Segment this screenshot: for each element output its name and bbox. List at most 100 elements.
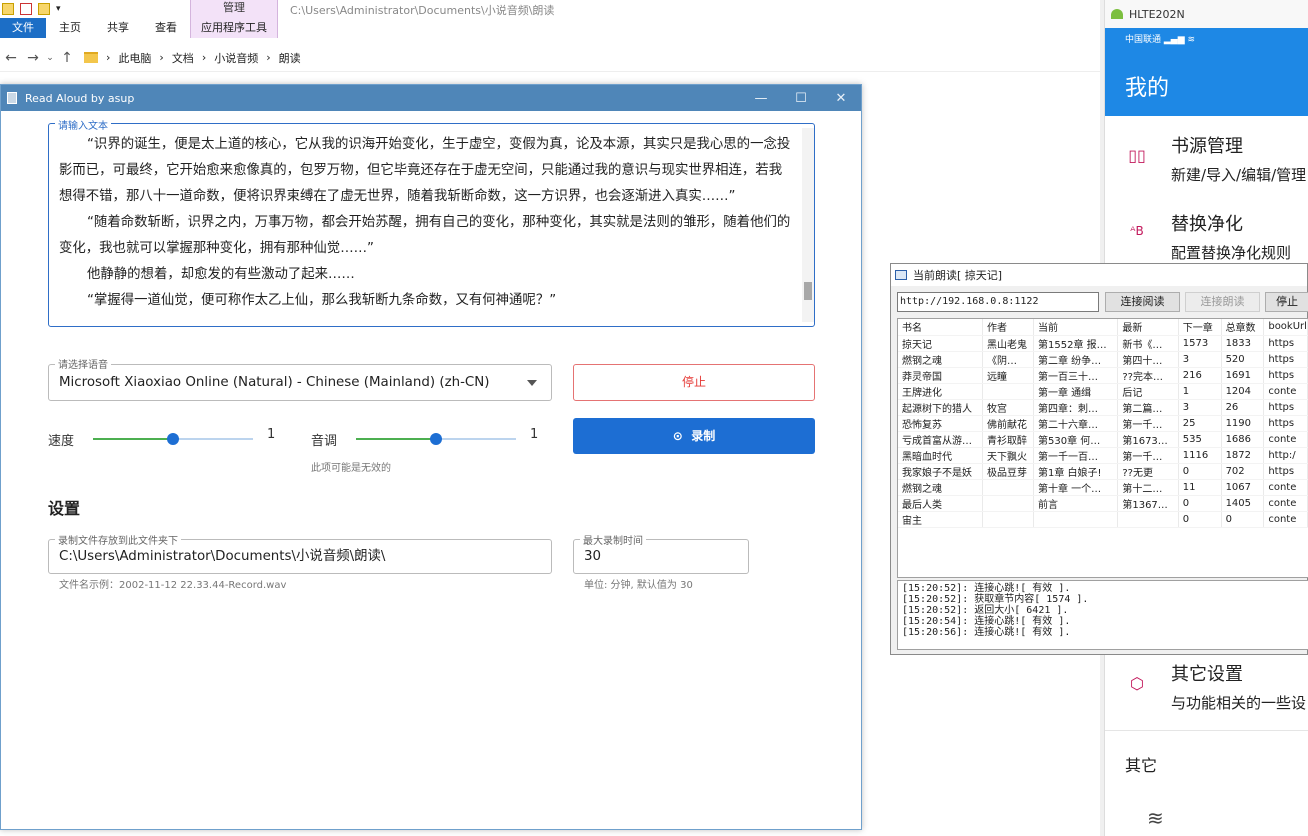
menu-item-book-source[interactable]: ▯▯ 书源管理 新建/导入/编辑/管理: [1105, 122, 1308, 198]
record-button[interactable]: ⊙ 录制: [573, 418, 815, 454]
table-cell: 新书《…: [1117, 335, 1179, 352]
table-cell: 1686: [1221, 431, 1265, 448]
table-cell: 第一百三十…: [1033, 367, 1119, 384]
log-line: [15:20:52]: 连接心跳![ 有效 ].: [902, 583, 1071, 594]
column-header[interactable]: 书名: [898, 319, 983, 336]
chevron-down-icon[interactable]: ▾: [56, 4, 61, 14]
breadcrumb-read[interactable]: 朗读: [279, 50, 301, 66]
breadcrumb[interactable]: › 此电脑 › 文档 › 小说音频 › 朗读: [84, 50, 301, 66]
table-cell: 最后人类: [898, 495, 983, 512]
speed-slider-knob[interactable]: [167, 433, 179, 445]
voice-select[interactable]: Microsoft Xiaoxiao Online (Natural) - Ch…: [48, 364, 552, 401]
breadcrumb-novel-audio[interactable]: 小说音频: [214, 50, 258, 66]
close-icon[interactable]: ✕: [821, 91, 861, 106]
tab-home[interactable]: 主页: [46, 18, 94, 38]
table-cell: 极品豆芽: [982, 463, 1035, 480]
pitch-slider[interactable]: [356, 433, 516, 445]
table-row[interactable]: 王牌进化 第一章 通缉 后记 1 1204 conte: [898, 383, 1308, 400]
title-bar[interactable]: 当前朗读[ 掠天记]: [891, 264, 1307, 286]
table-cell: 第530章 何…: [1033, 431, 1119, 448]
table-cell: 黑山老鬼: [982, 335, 1035, 352]
table-cell: conte: [1263, 383, 1308, 400]
tab-app-tools[interactable]: 应用程序工具: [191, 18, 277, 38]
table-row[interactable]: 掠天记 黑山老鬼 第1552章 报… 新书《… 1573 1833 https: [898, 335, 1308, 352]
carrier: 中国联通: [1125, 35, 1162, 45]
table-cell: 起源树下的猎人: [898, 399, 983, 416]
app-header: 中国联通 ▂▄▆ ≋ 我的: [1105, 28, 1308, 116]
breadcrumb-this-pc[interactable]: 此电脑: [118, 50, 151, 66]
connect-button[interactable]: 连接阅读: [1105, 292, 1180, 312]
voice-select-label: 请选择语音: [55, 356, 111, 371]
column-header[interactable]: 总章数: [1221, 319, 1265, 336]
recent-dropdown-icon[interactable]: ⌄: [44, 53, 56, 63]
properties-icon[interactable]: [20, 3, 32, 15]
table-row[interactable]: 黑暗血时代 天下飘火 第一千一百… 第一千… 1116 1872 http:/: [898, 447, 1308, 464]
android-icon: [1111, 9, 1123, 19]
pitch-slider-knob[interactable]: [430, 433, 442, 445]
up-icon[interactable]: ↑: [56, 50, 78, 66]
log-line: [15:20:56]: 连接心跳![ 有效 ].: [902, 627, 1071, 638]
ribbon-tabs: 文件 主页 共享 查看: [0, 18, 190, 38]
table-row[interactable]: 起源树下的猎人 牧宫 第四章：刺… 第二篇… 3 26 https: [898, 399, 1308, 416]
minimize-icon[interactable]: —: [741, 91, 781, 106]
table-cell: 第十章 一个…: [1033, 479, 1119, 496]
maximize-icon[interactable]: ☐: [781, 91, 821, 106]
column-header[interactable]: 下一章: [1178, 319, 1222, 336]
paragraph: 他静静的想着，却愈发的有些激动了起来……: [87, 267, 355, 282]
server-url-input[interactable]: http://192.168.0.8:1122: [897, 292, 1099, 312]
column-header[interactable]: 作者: [982, 319, 1035, 336]
dropdown-arrow-icon[interactable]: [527, 380, 537, 386]
table-cell: https: [1263, 351, 1308, 368]
column-header[interactable]: 最新: [1117, 319, 1179, 336]
quick-access-toolbar: ▾: [0, 0, 90, 18]
table-cell: [1033, 511, 1119, 528]
connect-read-button[interactable]: 连接朗读: [1185, 292, 1260, 312]
table-row[interactable]: 燃钢之魂 《阴… 第二章 纷争… 第四十… 3 520 https: [898, 351, 1308, 368]
record-icon: ⊙: [672, 429, 683, 443]
scrollbar-thumb[interactable]: [804, 282, 812, 300]
voice-value: Microsoft Xiaoxiao Online (Natural) - Ch…: [59, 375, 490, 390]
new-folder-icon[interactable]: [38, 3, 50, 15]
speed-label: 速度: [48, 434, 75, 449]
table-cell: 第十二…: [1117, 479, 1179, 496]
stack-icon[interactable]: ≋: [1147, 806, 1164, 830]
context-group-label: 管理: [223, 1, 245, 14]
tab-view[interactable]: 查看: [142, 18, 190, 38]
table-cell: http:/: [1263, 447, 1308, 464]
table-header: 书名 作者 当前 最新 下一章 总章数 bookUrl: [898, 319, 1308, 336]
table-cell: 1204: [1221, 383, 1265, 400]
text-content[interactable]: “识界的诞生，便是太上道的核心，它从我的识海开始变化，生于虚空，变假为真，论及本…: [59, 132, 794, 324]
folder-icon[interactable]: [2, 3, 14, 15]
menu-item-other-settings[interactable]: ⬡ 其它设置 与功能相关的一些设: [1105, 650, 1308, 726]
table-cell: 第1章 白娘子!: [1033, 463, 1119, 480]
back-icon[interactable]: ←: [0, 50, 22, 66]
column-header[interactable]: 当前: [1033, 319, 1119, 336]
table-cell: conte: [1263, 431, 1308, 448]
breadcrumb-documents[interactable]: 文档: [172, 50, 194, 66]
table-row[interactable]: 宙主 0 0 conte: [898, 511, 1308, 528]
forward-icon[interactable]: →: [22, 50, 44, 66]
column-header[interactable]: bookUrl: [1263, 319, 1308, 336]
stop-button[interactable]: 停止: [1265, 292, 1308, 312]
tab-share[interactable]: 共享: [94, 18, 142, 38]
table-row[interactable]: 亏成首富从游… 青衫取醉 第530章 何… 第1673… 535 1686 conte: [898, 431, 1308, 448]
tab-file[interactable]: 文件: [0, 18, 46, 38]
folder-path-label: 录制文件存放到此文件夹下: [55, 532, 181, 547]
speed-value: 1: [267, 427, 276, 442]
book-table[interactable]: 书名 作者 当前 最新 下一章 总章数 bookUrl 掠天记 黑山老鬼 第1552章 报… 新书…: [897, 318, 1308, 578]
scrollbar[interactable]: [802, 128, 814, 322]
speed-slider[interactable]: [93, 433, 253, 445]
max-record-time-label: 最大录制时间: [580, 532, 646, 547]
table-row[interactable]: 恐怖复苏 佛前献花 第二十六章… 第一千… 25 1190 https: [898, 415, 1308, 432]
stop-button[interactable]: 停止: [573, 364, 815, 401]
menu-item-subtitle: 与功能相关的一些设: [1171, 694, 1307, 712]
table-row[interactable]: 我家娘子不是妖 极品豆芽 第1章 白娘子! ??无更 0 702 https: [898, 463, 1308, 480]
table-row[interactable]: 莽灵帝国 远瞳 第一百三十… ??完本… 216 1691 https: [898, 367, 1308, 384]
table-cell: 青衫取醉: [982, 431, 1035, 448]
title-bar[interactable]: Read Aloud by asup — ☐ ✕: [1, 85, 861, 111]
table-row[interactable]: 最后人类 前言 第1367… 0 1405 conte: [898, 495, 1308, 512]
page-title: 我的: [1125, 76, 1170, 101]
table-row[interactable]: 燃钢之魂 第十章 一个… 第十二… 11 1067 conte: [898, 479, 1308, 496]
menu-item-subtitle: 新建/导入/编辑/管理: [1171, 166, 1307, 184]
text-input[interactable]: “识界的诞生，便是太上道的核心，它从我的识海开始变化，生于虚空，变假为真，论及本…: [48, 123, 815, 327]
